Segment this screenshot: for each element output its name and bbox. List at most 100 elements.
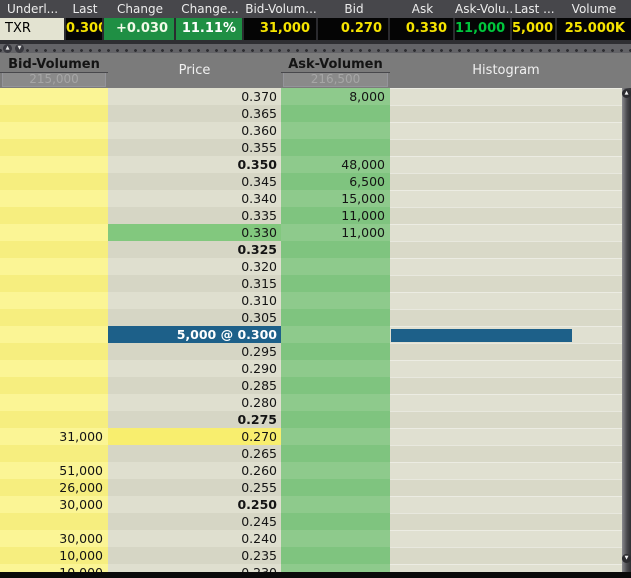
price-cell[interactable]: 0.335 (108, 207, 281, 224)
price-cell[interactable]: 0.330 (108, 224, 281, 241)
ask-volume-cell[interactable]: 8,000 (281, 88, 390, 105)
ask-volume-column-header[interactable]: Ask-Volumen (281, 55, 390, 73)
bid-volume-cell[interactable]: 10,000 (0, 564, 108, 572)
bid-volume-cell[interactable]: 30,000 (0, 530, 108, 547)
ask-volume-cell[interactable] (281, 241, 390, 258)
bid-volume-cell[interactable] (0, 343, 108, 360)
column-header-last[interactable]: Last (66, 0, 104, 18)
price-cell[interactable]: 0.310 (108, 292, 281, 309)
ask-volume-cell[interactable]: 11,000 (281, 224, 390, 241)
bid-volume-cell[interactable] (0, 190, 108, 207)
bid-volume-cell[interactable] (0, 445, 108, 462)
bid-volume-cell[interactable] (0, 258, 108, 275)
price-cell[interactable]: 0.370 (108, 88, 281, 105)
price-cell[interactable]: 0.230 (108, 564, 281, 572)
column-header-change-pct[interactable]: Change... (176, 0, 244, 18)
ask-volume-cell[interactable] (281, 309, 390, 326)
column-header-bid-volume[interactable]: Bid-Volum... (244, 0, 318, 18)
scroll-up-button[interactable]: ▲ (622, 89, 631, 98)
column-header-bid[interactable]: Bid (318, 0, 390, 18)
bid-volume-cell[interactable]: 51,000 (0, 462, 108, 479)
ask-volume-cell[interactable] (281, 445, 390, 462)
ask-volume-cell[interactable] (281, 258, 390, 275)
price-cell[interactable]: 0.240 (108, 530, 281, 547)
ask-volume-cell[interactable] (281, 360, 390, 377)
bid-volume-cell[interactable] (0, 377, 108, 394)
ask-volume-cell[interactable]: 11,000 (281, 207, 390, 224)
bid-volume-cell[interactable] (0, 394, 108, 411)
price-cell[interactable]: 0.280 (108, 394, 281, 411)
bid-volume-cell[interactable] (0, 139, 108, 156)
ask-volume-cell[interactable]: 6,500 (281, 173, 390, 190)
ask-volume-cell[interactable] (281, 139, 390, 156)
ask-volume-cell[interactable] (281, 428, 390, 445)
price-cell[interactable]: 0.265 (108, 445, 281, 462)
bid-volume-cell[interactable]: 30,000 (0, 496, 108, 513)
price-cell[interactable]: 0.325 (108, 241, 281, 258)
bid-volume-cell[interactable] (0, 309, 108, 326)
bid-volume-cell[interactable] (0, 105, 108, 122)
bid-volume-column-header[interactable]: Bid-Volumen (0, 55, 108, 73)
column-header-ask[interactable]: Ask (390, 0, 455, 18)
ask-volume-cell[interactable] (281, 496, 390, 513)
price-cell[interactable]: 0.365 (108, 105, 281, 122)
ask-volume-cell[interactable] (281, 377, 390, 394)
vertical-scrollbar[interactable]: ▲ ▼ (622, 88, 631, 572)
price-cell[interactable]: 0.250 (108, 496, 281, 513)
price-cell[interactable]: 0.315 (108, 275, 281, 292)
price-cell[interactable]: 0.320 (108, 258, 281, 275)
ask-volume-cell[interactable] (281, 394, 390, 411)
column-header-ask-volume[interactable]: Ask-Volu... (455, 0, 512, 18)
bid-volume-cell[interactable] (0, 360, 108, 377)
price-cell[interactable]: 0.340 (108, 190, 281, 207)
ask-volume-cell[interactable] (281, 411, 390, 428)
splitter-collapse-up-button[interactable]: ▲ (3, 44, 12, 53)
bid-volume-cell[interactable] (0, 173, 108, 190)
price-cell[interactable]: 0.275 (108, 411, 281, 428)
ask-volume-cell[interactable] (281, 462, 390, 479)
column-header-underlying[interactable]: Underl... (0, 0, 66, 18)
ask-volume-cell[interactable] (281, 343, 390, 360)
bid-volume-cell[interactable]: 31,000 (0, 428, 108, 445)
column-header-last-size[interactable]: Last ... (512, 0, 557, 18)
price-cell[interactable]: 0.355 (108, 139, 281, 156)
price-cell[interactable]: 0.285 (108, 377, 281, 394)
price-cell[interactable]: 0.260 (108, 462, 281, 479)
scroll-down-button[interactable]: ▼ (622, 554, 631, 563)
price-cell[interactable]: 0.360 (108, 122, 281, 139)
ask-volume-cell[interactable] (281, 564, 390, 572)
bid-volume-cell[interactable] (0, 224, 108, 241)
price-cell[interactable]: 0.270 (108, 428, 281, 445)
bid-volume-cell[interactable] (0, 292, 108, 309)
bid-volume-cell[interactable] (0, 411, 108, 428)
price-cell[interactable]: 0.305 (108, 309, 281, 326)
ask-volume-cell[interactable] (281, 275, 390, 292)
panel-splitter-handle[interactable]: ▲ ▼ (0, 44, 631, 53)
ask-volume-cell[interactable] (281, 122, 390, 139)
quote-row[interactable]: TXR 0.300 +0.030 11.11% 31,000 0.270 0.3… (0, 18, 631, 40)
price-cell[interactable]: 0.235 (108, 547, 281, 564)
bid-volume-cell[interactable] (0, 241, 108, 258)
ask-volume-cell[interactable]: 15,000 (281, 190, 390, 207)
ask-volume-cell[interactable] (281, 547, 390, 564)
bid-volume-cell[interactable] (0, 88, 108, 105)
ask-volume-cell[interactable] (281, 105, 390, 122)
bid-volume-cell[interactable] (0, 513, 108, 530)
price-cell[interactable]: 0.345 (108, 173, 281, 190)
ask-volume-cell[interactable] (281, 326, 390, 343)
bid-volume-cell[interactable] (0, 326, 108, 343)
bid-volume-cell[interactable]: 26,000 (0, 479, 108, 496)
price-cell[interactable]: 0.350 (108, 156, 281, 173)
bid-volume-cell[interactable]: 10,000 (0, 547, 108, 564)
price-cell[interactable]: 0.245 (108, 513, 281, 530)
histogram-column-header[interactable]: Histogram (390, 53, 622, 88)
column-header-change[interactable]: Change (104, 0, 176, 18)
ask-volume-cell[interactable]: 48,000 (281, 156, 390, 173)
price-cell[interactable]: 5,000 @ 0.300 (108, 326, 281, 343)
ask-volume-cell[interactable] (281, 479, 390, 496)
splitter-collapse-down-button[interactable]: ▼ (15, 44, 24, 53)
price-column-header[interactable]: Price (108, 53, 281, 88)
bid-volume-cell[interactable] (0, 207, 108, 224)
price-cell[interactable]: 0.255 (108, 479, 281, 496)
column-header-volume[interactable]: Volume (557, 0, 631, 18)
